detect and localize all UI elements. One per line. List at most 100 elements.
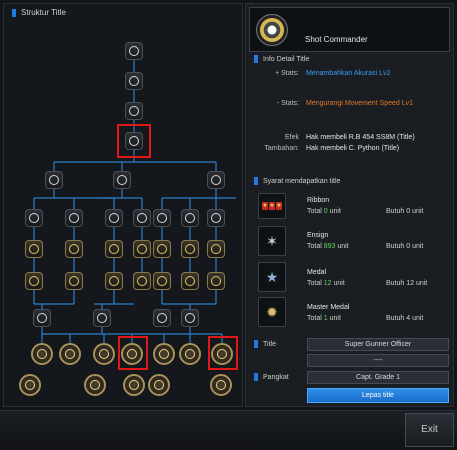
title-emblem-icon xyxy=(129,46,139,56)
title-node[interactable] xyxy=(181,309,199,327)
effect-label-line2: Tambahan: xyxy=(264,145,299,152)
branch-node-center[interactable] xyxy=(113,171,131,189)
title-emblem-icon xyxy=(97,313,107,323)
req-name: Ensign xyxy=(307,232,329,239)
title-node[interactable] xyxy=(105,272,123,290)
title-node[interactable] xyxy=(84,374,106,396)
title-node[interactable] xyxy=(65,209,83,227)
highlight-box xyxy=(118,336,148,370)
secondary-title-field[interactable]: ---- xyxy=(307,354,449,367)
ensign-icon: ✶ xyxy=(258,226,286,256)
title-node[interactable] xyxy=(25,240,43,258)
title-node[interactable] xyxy=(153,272,171,290)
title-node[interactable] xyxy=(153,209,171,227)
title-emblem-icon xyxy=(185,213,195,223)
title-emblem-icon xyxy=(69,213,79,223)
title-node[interactable] xyxy=(65,240,83,258)
requirements-section-header: Syarat mendapatkan title xyxy=(254,177,340,185)
title-node[interactable] xyxy=(123,374,145,396)
section-marker-icon xyxy=(254,340,258,348)
section-marker-icon xyxy=(254,177,258,185)
title-emblem-icon xyxy=(29,213,39,223)
title-emblem-icon xyxy=(157,313,167,323)
title-emblem-icon xyxy=(129,380,139,390)
title-emblem-icon xyxy=(185,349,195,359)
title-node[interactable] xyxy=(153,343,175,365)
title-node-3[interactable] xyxy=(125,102,143,120)
title-node[interactable] xyxy=(207,209,225,227)
title-node[interactable] xyxy=(93,309,111,327)
title-emblem-icon xyxy=(25,380,35,390)
title-node[interactable] xyxy=(181,240,199,258)
section-marker-icon xyxy=(254,55,258,63)
title-emblem-icon xyxy=(109,244,119,254)
title-emblem-icon xyxy=(211,244,221,254)
equipped-title-field[interactable]: Super Gunner Officer xyxy=(307,338,449,351)
title-node-1[interactable] xyxy=(125,42,143,60)
selected-node-highlight xyxy=(117,124,151,158)
title-node[interactable] xyxy=(25,209,43,227)
title-node[interactable] xyxy=(105,240,123,258)
title-emblem-icon xyxy=(37,349,47,359)
title-node[interactable] xyxy=(181,209,199,227)
title-emblem-icon xyxy=(216,380,226,390)
req-total: Total 12 unit xyxy=(307,280,345,287)
title-node[interactable] xyxy=(105,209,123,227)
title-node[interactable] xyxy=(153,240,171,258)
title-node[interactable] xyxy=(133,240,151,258)
title-node[interactable] xyxy=(153,309,171,327)
title-emblem-icon xyxy=(129,106,139,116)
title-node[interactable] xyxy=(33,309,51,327)
title-window: Struktur Title Shot Commander Info Detai… xyxy=(0,0,457,450)
minus-stats-value: Mengurangi Movement Speed Lv1 xyxy=(306,100,414,107)
req-name: Master Medal xyxy=(307,304,350,311)
title-node[interactable] xyxy=(133,209,151,227)
req-need: Butuh 0 unit xyxy=(386,243,424,250)
title-emblem-icon xyxy=(211,276,221,286)
title-emblem-icon xyxy=(137,276,147,286)
rank-section-label: Pangkat xyxy=(263,373,289,381)
release-title-button[interactable]: Lepas title xyxy=(307,388,449,403)
title-node[interactable] xyxy=(179,343,201,365)
title-emblem-icon xyxy=(90,380,100,390)
info-section-title: Info Detail Title xyxy=(263,55,310,63)
title-node[interactable] xyxy=(207,240,225,258)
title-emblem-icon xyxy=(137,213,147,223)
title-emblem-icon xyxy=(37,313,47,323)
req-need: Butuh 4 unit xyxy=(386,315,424,322)
title-node[interactable] xyxy=(207,272,225,290)
req-total: Total 0 unit xyxy=(307,208,341,215)
effect-value-1: Hak membeli R.B 454 SS8M (Title) xyxy=(306,134,415,141)
title-node-2[interactable] xyxy=(125,72,143,90)
title-node[interactable] xyxy=(210,374,232,396)
info-section-header: Info Detail Title xyxy=(254,55,309,63)
title-emblem-icon xyxy=(154,380,164,390)
title-node[interactable] xyxy=(31,343,53,365)
req-total: Total 1 unit xyxy=(307,315,341,322)
title-emblem-icon xyxy=(117,175,127,185)
branch-node-right[interactable] xyxy=(207,171,225,189)
title-node[interactable] xyxy=(93,343,115,365)
title-emblem-icon xyxy=(159,349,169,359)
title-emblem-icon xyxy=(65,349,75,359)
title-emblem-icon xyxy=(185,276,195,286)
branch-node-left[interactable] xyxy=(45,171,63,189)
title-node[interactable] xyxy=(133,272,151,290)
rank-section-header: Pangkat xyxy=(254,373,289,381)
title-node[interactable] xyxy=(25,272,43,290)
exit-button[interactable]: Exit xyxy=(405,413,454,447)
req-need: Butuh 12 unit xyxy=(386,280,428,287)
title-node[interactable] xyxy=(59,343,81,365)
title-node[interactable] xyxy=(148,374,170,396)
rank-field: Capt. Grade 1 xyxy=(307,371,449,384)
title-emblem-icon xyxy=(137,244,147,254)
title-emblem-icon xyxy=(211,175,221,185)
title-section-label: Title xyxy=(263,340,276,348)
title-node[interactable] xyxy=(181,272,199,290)
title-node[interactable] xyxy=(19,374,41,396)
ribbon-icon: ★ ★ ★ xyxy=(258,193,286,219)
title-emblem-icon xyxy=(69,276,79,286)
title-node[interactable] xyxy=(65,272,83,290)
title-emblem-icon xyxy=(69,244,79,254)
req-total: Total 893 unit xyxy=(307,243,349,250)
